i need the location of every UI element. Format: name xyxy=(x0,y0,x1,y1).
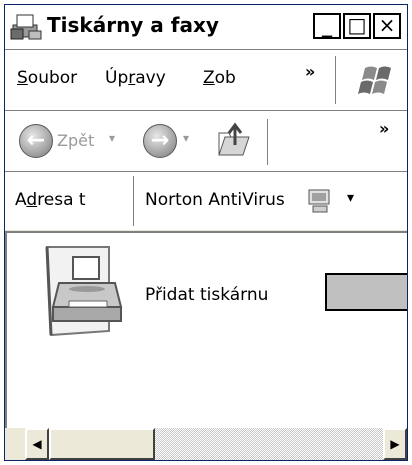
scroll-right-icon: ▶ xyxy=(390,437,400,451)
maximize-button[interactable]: □ xyxy=(343,13,371,39)
close-icon: × xyxy=(378,13,396,37)
back-button-label[interactable]: Zpět xyxy=(57,131,94,150)
windows-logo-icon xyxy=(349,62,399,100)
norton-dropdown-icon[interactable]: ▾ xyxy=(347,190,354,206)
printer-fax-icon xyxy=(9,11,43,41)
title-bar[interactable]: Tiskárny a faxy _ □ × xyxy=(5,5,407,49)
toolbar-overflow-chevron[interactable]: » xyxy=(379,119,389,138)
norton-antivirus-icon[interactable] xyxy=(307,188,333,214)
menu-bar: Soubor Úpravy Zob » xyxy=(5,50,407,110)
maximize-icon: □ xyxy=(347,13,367,37)
window-title: Tiskárny a faxy xyxy=(47,13,219,37)
add-printer-icon[interactable] xyxy=(39,243,135,339)
window: Tiskárny a faxy _ □ × Soubor Úpravy Zob … xyxy=(4,4,408,461)
menu-overflow-chevron[interactable]: » xyxy=(305,62,315,81)
divider xyxy=(267,119,268,165)
minimize-button[interactable]: _ xyxy=(313,13,341,39)
minimize-icon: _ xyxy=(322,13,332,37)
selection-box xyxy=(325,273,407,311)
menu-zobrazit[interactable]: Zob xyxy=(203,68,236,88)
scroll-right-button[interactable]: ▶ xyxy=(383,428,407,460)
forward-arrow-icon[interactable]: → xyxy=(143,124,177,158)
back-dropdown-icon[interactable]: ▾ xyxy=(109,131,115,145)
back-arrow-icon[interactable]: ← xyxy=(19,124,53,158)
scroll-left-icon: ◀ xyxy=(32,437,42,451)
menu-upravy[interactable]: Úpravy xyxy=(105,68,166,88)
horizontal-scrollbar[interactable]: ◀ ▶ xyxy=(25,428,407,460)
divider xyxy=(335,56,336,104)
forward-dropdown-icon[interactable]: ▾ xyxy=(183,131,189,145)
up-folder-icon[interactable] xyxy=(215,121,255,161)
toolbar: ← Zpět ▾ → ▾ » xyxy=(5,111,407,171)
add-printer-label[interactable]: Přidat tiskárnu xyxy=(145,285,268,305)
address-label[interactable]: Adresa t xyxy=(15,190,86,210)
scroll-thumb[interactable] xyxy=(49,428,155,460)
divider xyxy=(133,176,134,226)
content-area: Přidat tiskárnu xyxy=(5,231,407,428)
address-bar: Adresa t Norton AntiVirus ▾ xyxy=(5,172,407,230)
norton-antivirus-label[interactable]: Norton AntiVirus xyxy=(145,190,285,210)
close-button[interactable]: × xyxy=(373,13,401,39)
scroll-left-button[interactable]: ◀ xyxy=(25,428,49,460)
menu-soubor[interactable]: Soubor xyxy=(17,68,77,88)
